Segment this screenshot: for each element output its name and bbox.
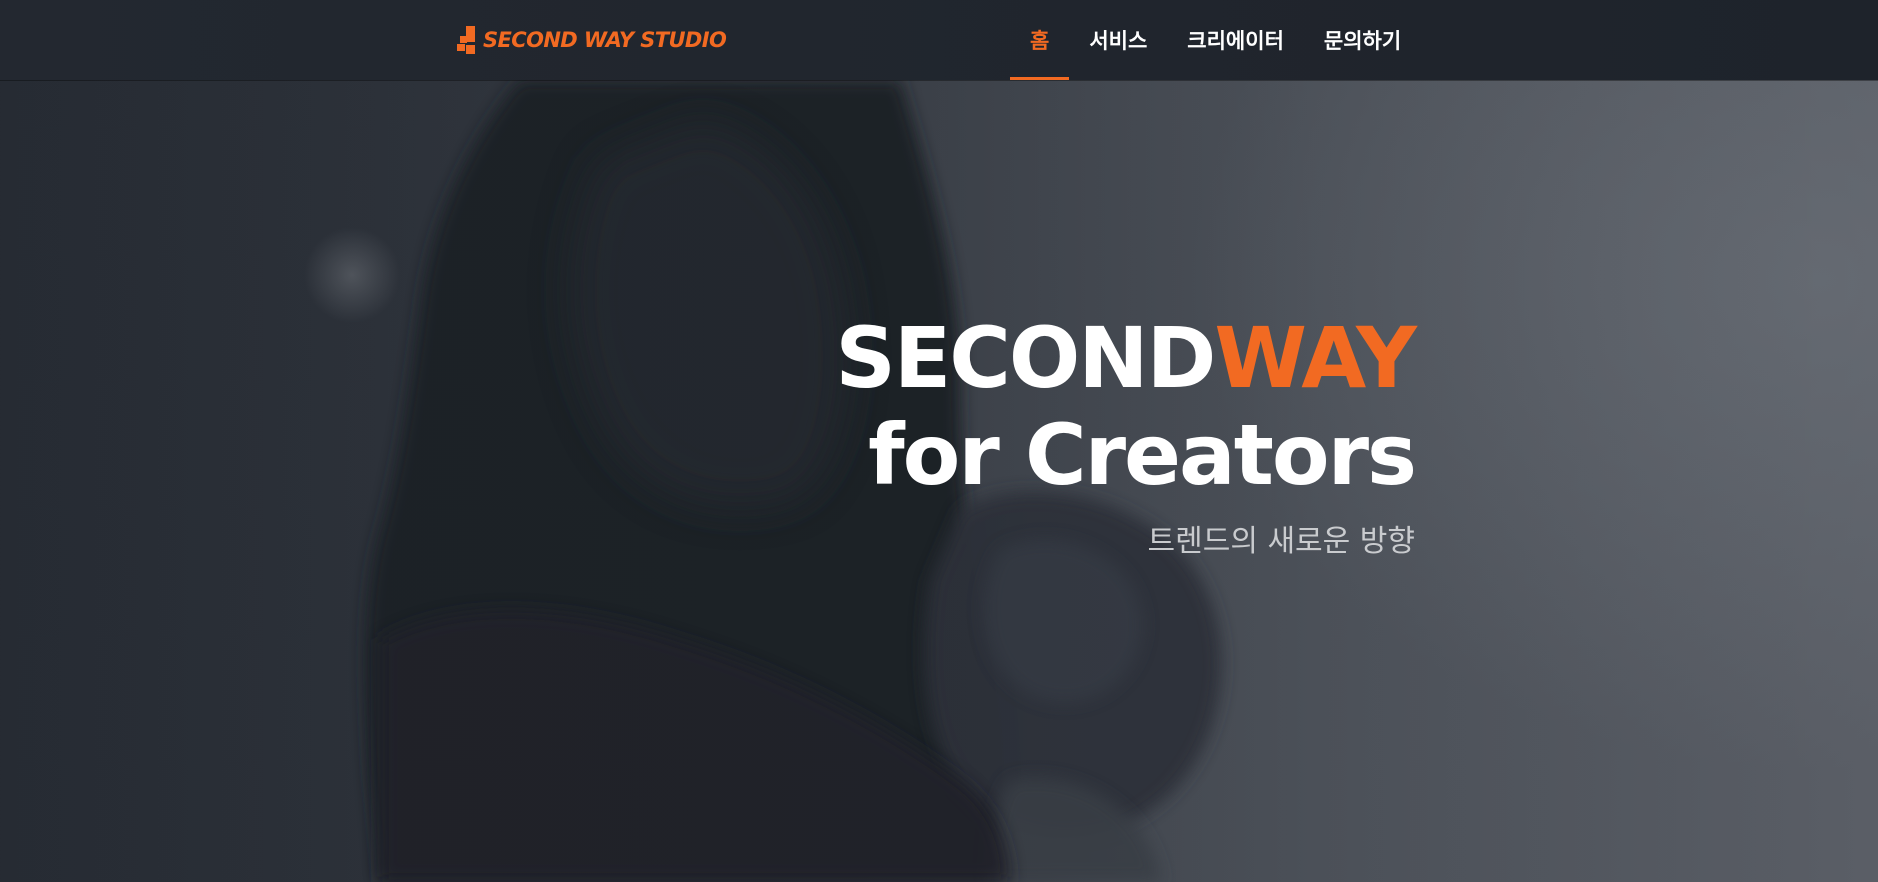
main-nav: 홈 서비스 크리에이터 문의하기 xyxy=(1010,0,1421,80)
nav-item-services[interactable]: 서비스 xyxy=(1069,0,1167,80)
hero-section: SECONDWAY for Creators 트렌드의 새로운 방향 xyxy=(0,80,1878,882)
brand-logo-mark-icon xyxy=(457,26,475,54)
hero-title-part1: SECOND xyxy=(835,309,1216,407)
nav-item-creators[interactable]: 크리에이터 xyxy=(1167,0,1304,80)
brand-name: SECOND WAY STUDIO xyxy=(483,28,727,52)
hero-title-accent: WAY xyxy=(1214,309,1417,407)
hero-subtitle: 트렌드의 새로운 방향 xyxy=(1147,524,1415,559)
hero-title-line1: SECONDWAY xyxy=(835,309,1417,407)
brand-logo[interactable]: SECOND WAY STUDIO xyxy=(457,26,727,54)
hero-text-block: SECONDWAY for Creators 트렌드의 새로운 방향 xyxy=(835,309,1417,560)
nav-item-home[interactable]: 홈 xyxy=(1010,0,1070,80)
top-navbar: SECOND WAY STUDIO 홈 서비스 크리에이터 문의하기 xyxy=(0,0,1878,80)
nav-item-contact[interactable]: 문의하기 xyxy=(1304,0,1421,80)
hero-title-line2: for Creators xyxy=(868,406,1417,504)
